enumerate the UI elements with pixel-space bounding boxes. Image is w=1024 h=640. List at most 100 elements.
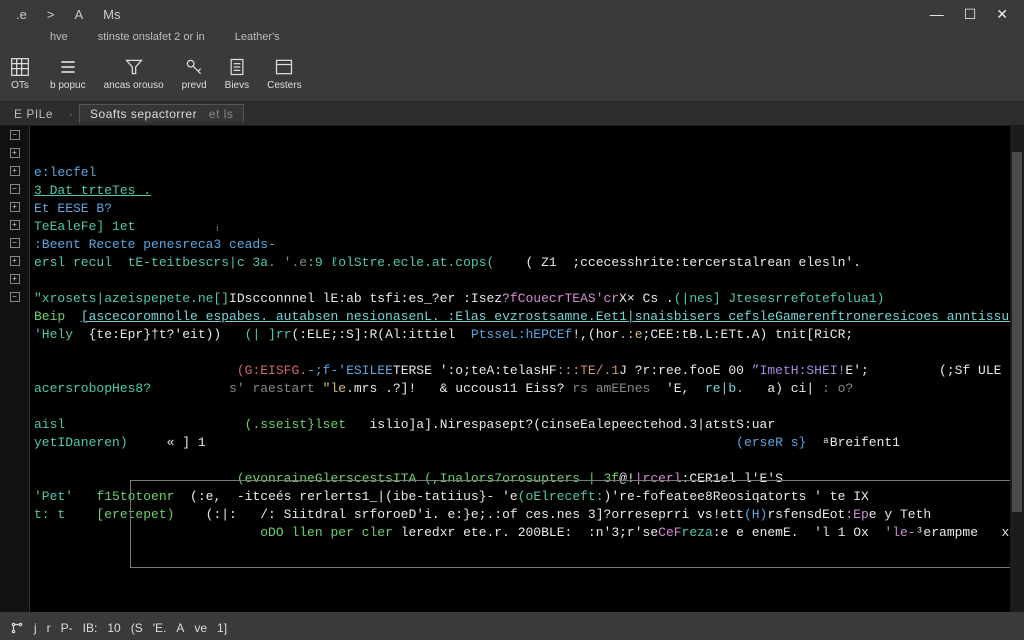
fold-icon[interactable]: − [10,292,20,302]
gutter-row[interactable] [0,432,29,450]
gutter-row[interactable] [0,594,29,612]
gutter-row[interactable] [0,522,29,540]
code-line: acersrobopHes8? s' raestart "le.mrs .?]!… [34,380,1020,398]
menu-item-3[interactable]: Ms [95,5,128,24]
gutter-row[interactable] [0,486,29,504]
tool-list[interactable]: b popuc [50,56,86,91]
fold-icon[interactable]: + [10,256,20,266]
gutter-row[interactable]: − [0,288,29,306]
gutter-row[interactable]: − [0,126,29,144]
code-line: Et EESE B? [34,200,1020,218]
fold-icon[interactable]: − [10,238,20,248]
code-line: 3 Dat trteTes . [34,182,1020,200]
gutter-row[interactable] [0,324,29,342]
code-line: yetIDaneren) « ] 1 (erseR s} ᵃBreifent1 [34,434,1020,452]
tool-filter[interactable]: ancas orouso [104,56,164,91]
gutter-row[interactable]: + [0,270,29,288]
status-item-5[interactable]: (S [131,621,143,635]
fold-icon[interactable]: − [10,130,20,140]
fold-icon[interactable]: + [10,274,20,284]
code-line: 'Pet' f15totoenr (:e, -itceés rerlerts1_… [34,488,1020,506]
status-item-2[interactable]: P- [61,621,73,635]
status-item-3[interactable]: IB: [83,621,98,635]
gutter-row[interactable]: − [0,234,29,252]
fold-icon[interactable]: − [10,184,20,194]
window-icon [272,56,296,78]
code-line: e:lecfel [34,164,1020,182]
status-item-8[interactable]: ve [194,621,207,635]
gutter-row[interactable]: + [0,216,29,234]
gutter-row[interactable] [0,342,29,360]
code-line [34,272,1020,290]
code-line: t: t [eretepet) (:|: /: Siitdral srforoe… [34,506,1020,524]
menu-item-0[interactable]: .e [8,5,35,24]
code-line [34,398,1020,416]
tool-label: ancas orouso [104,80,164,91]
tool-label: b popuc [50,80,86,91]
tool-window[interactable]: Cesters [267,56,301,91]
code-line: Beip [ascecoromnolle espabes. autabsen n… [34,308,1020,326]
gutter-row[interactable]: + [0,162,29,180]
status-item-7[interactable]: A [176,621,184,635]
active-tab[interactable]: Soafts sepactorrer et ls [79,104,244,123]
status-item-1[interactable]: r [47,621,51,635]
menu-item-2[interactable]: A [66,5,91,24]
gutter-row[interactable] [0,468,29,486]
tab-bar: E PILe · Soafts sepactorrer et ls [0,102,1024,126]
gutter-row[interactable] [0,360,29,378]
tool-sheet[interactable]: Bievs [225,56,249,91]
toolbar: OTs b popuc ancas orouso prevd Bievs Ces… [0,46,1024,102]
sheet-icon [225,56,249,78]
tool-grid[interactable]: OTs [8,56,32,91]
code-line: oDO llen per cler leredxr ete.r. 200BLE:… [34,524,1020,542]
submenu-item-2[interactable]: Leather's [235,31,280,43]
code-line: 'Hely {te:Epr}†t?'eit)) (| ]rr(:ELE;:S]:… [34,326,1020,344]
submenu-item-1[interactable]: stinste onslafet 2 or in [98,31,205,43]
maximize-icon[interactable]: ☐ [964,6,977,23]
close-icon[interactable]: ✕ [996,6,1008,23]
fold-icon[interactable]: + [10,220,20,230]
window-controls: — ☐ ✕ [930,6,1016,23]
vertical-scrollbar[interactable] [1010,126,1024,612]
gutter-row[interactable] [0,576,29,594]
status-item-4[interactable]: 10 [107,621,120,635]
tool-label: OTs [11,80,29,91]
menu-bar: .e > A Ms — ☐ ✕ [0,0,1024,28]
status-item-0[interactable]: j [34,621,37,635]
status-branch-icon[interactable] [10,621,24,635]
gutter-row[interactable] [0,540,29,558]
code-line [34,344,1020,362]
gutter-row[interactable]: − [0,180,29,198]
minimize-icon[interactable]: — [930,6,944,22]
gutter-row[interactable] [0,396,29,414]
fold-icon[interactable]: + [10,148,20,158]
code-line: aisl (.sseist}lset islio]a].Nirespasept?… [34,416,1020,434]
tool-label: Bievs [225,80,249,91]
grid-icon [8,56,32,78]
tool-key[interactable]: prevd [182,56,207,91]
submenu-item-0[interactable]: hve [50,31,68,43]
key-icon [182,56,206,78]
fold-icon[interactable]: + [10,202,20,212]
fold-icon[interactable]: + [10,166,20,176]
scrollbar-thumb[interactable] [1012,152,1022,512]
status-item-6[interactable]: 'E. [153,621,167,635]
gutter-row[interactable] [0,450,29,468]
gutter-row[interactable] [0,504,29,522]
list-icon [56,56,80,78]
gutter-row[interactable]: + [0,198,29,216]
gutter-row[interactable]: + [0,144,29,162]
code-area[interactable]: e:lecfel3 Dat trteTes .Et EESE B?TeEaleF… [30,126,1024,612]
gutter-row[interactable] [0,414,29,432]
code-line: TeEaleFe] 1et ᵢ [34,218,1020,236]
gutter-row[interactable]: + [0,252,29,270]
menu-item-1[interactable]: > [39,5,63,24]
gutter-row[interactable] [0,378,29,396]
filter-icon [122,56,146,78]
status-item-9[interactable]: 1] [217,621,227,635]
gutter-row[interactable] [0,558,29,576]
file-indicator: E PILe [4,105,63,123]
editor: − + + − + + − + + − e:lecfel3 Dat trteTes .Et EES… [0,126,1024,612]
gutter-row[interactable] [0,306,29,324]
tool-label: prevd [182,80,207,91]
